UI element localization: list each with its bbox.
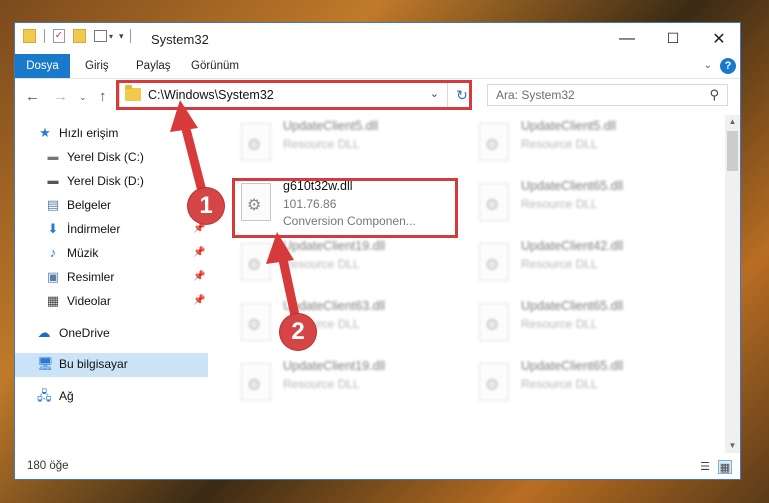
step-badge-2: 2 [280,314,316,350]
arrow-2 [266,232,301,325]
annotation-arrows [170,100,301,325]
step-badge-1: 1 [188,188,224,224]
arrow-1 [170,100,208,200]
